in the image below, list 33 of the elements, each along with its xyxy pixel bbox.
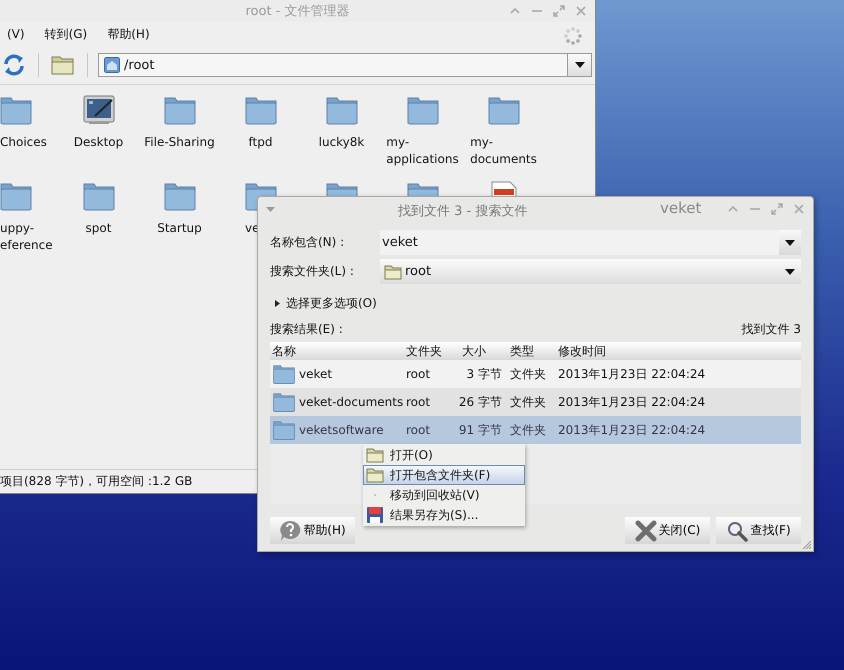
table-cell-text: 文件夹 [510,422,547,438]
table-cell: 2013年1月23日 22:04:24 [558,366,706,382]
table-cell: 2013年1月23日 22:04:24 [558,422,706,438]
file-label: spot [86,220,112,237]
table-cell-text: root [406,423,432,437]
file-label: ftpd [248,134,272,151]
results-count: 找到文件 3 [742,320,801,338]
table-cell: veket-documents [299,395,404,409]
status-text: 项目(828 字节)，可用空间 :1.2 GB [0,473,192,490]
table-cell-text: 26 字节 [458,394,503,410]
file-label: File-Sharing [144,134,215,151]
field-label: 名称包含(N) : [270,234,346,251]
host-name: veket [660,199,702,217]
results-label: 搜索结果(E) : [270,320,343,338]
table-cell-text: 文件夹 [510,394,547,410]
table-cell-text: 文件夹 [510,366,547,382]
table-cell: 2013年1月23日 22:04:24 [558,394,706,410]
table-cell: veket [299,367,332,381]
file-label: Choices [0,134,47,151]
window-title: root - 文件管理器 [245,3,350,20]
table-cell-text: root [406,395,432,409]
table-cell-text: 91 字节 [458,422,503,438]
table-cell-text: 3 字节 [466,366,503,382]
table-cell: veketsoftware [299,423,384,437]
file-label: uppy- eference [0,220,53,254]
file-label: lucky8k [318,134,364,151]
table-cell-text: root [406,367,432,381]
file-label: my- applications [386,134,459,168]
field-label: 搜索文件夹(L) : [270,263,355,280]
file-label: Startup [157,220,202,237]
file-label: my- documents [470,134,537,168]
window-title: 找到文件 3 - 搜索文件 [398,203,528,220]
file-label: Desktop [74,134,124,151]
